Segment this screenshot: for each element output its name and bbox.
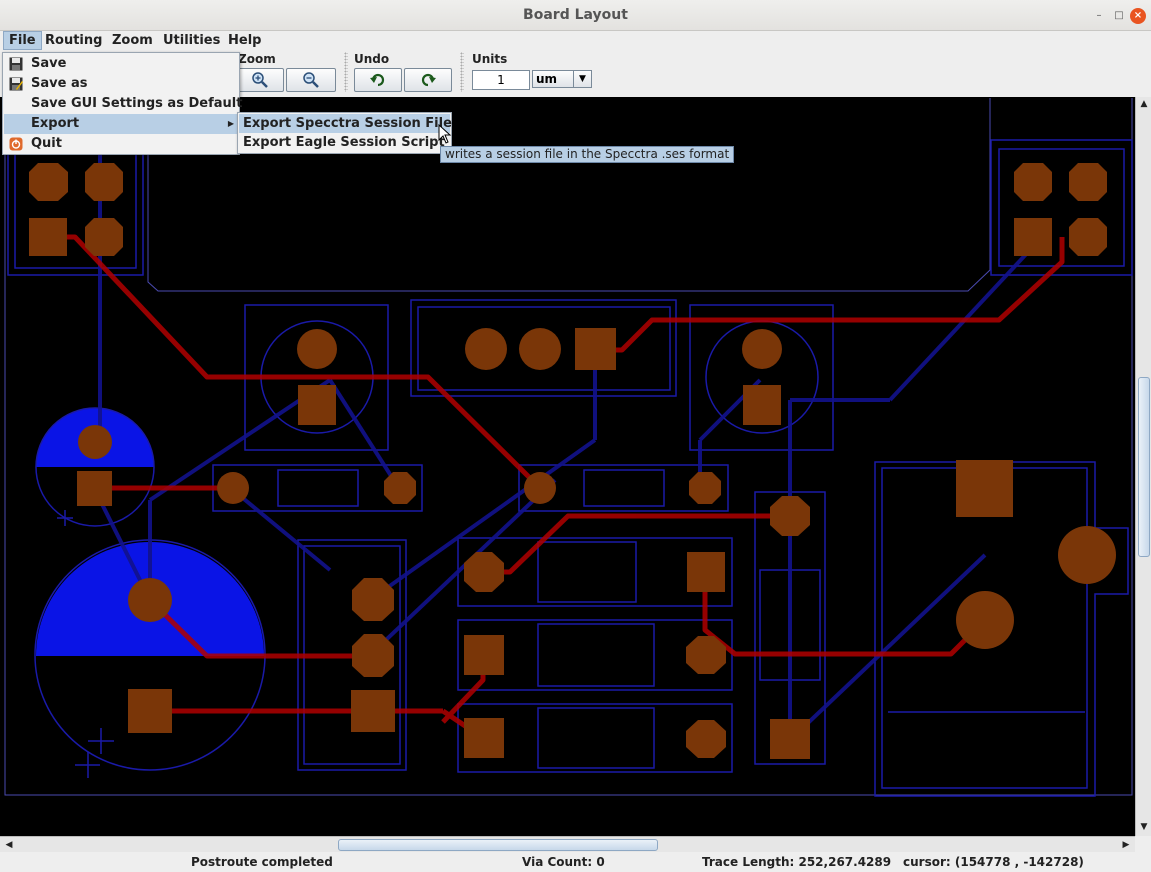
- units-select[interactable]: um ▼: [532, 70, 592, 88]
- menu-item-label: Save: [31, 56, 67, 71]
- scroll-corner: [1135, 836, 1151, 852]
- maximize-button[interactable]: □: [1111, 8, 1127, 24]
- units-label: Units: [472, 52, 508, 66]
- menu-item-label: Save as: [31, 76, 88, 91]
- menu-item-label: Save GUI Settings as Default: [31, 96, 243, 111]
- minimize-button[interactable]: –: [1091, 8, 1107, 24]
- menu-utilities[interactable]: Utilities: [158, 31, 225, 50]
- redo-icon: [421, 73, 436, 87]
- undo-icon: [370, 73, 385, 87]
- scroll-down-icon[interactable]: ▼: [1136, 820, 1151, 834]
- menu-bar: File Routing Zoom Utilities Help: [0, 31, 1151, 50]
- menu-routing[interactable]: Routing: [40, 31, 107, 50]
- zoom-in-button[interactable]: [236, 68, 284, 92]
- scroll-right-icon[interactable]: ▶: [1119, 837, 1133, 853]
- undo-button[interactable]: [354, 68, 402, 92]
- chevron-down-icon[interactable]: ▼: [573, 71, 591, 87]
- status-bar: Postroute completed Via Count: 0 Trace L…: [0, 852, 1151, 872]
- scroll-left-icon[interactable]: ◀: [2, 837, 16, 853]
- via-count: Via Count: 0: [522, 855, 605, 869]
- file-menu-popup: Save Save as Save GUI Settings as Defaul…: [2, 52, 242, 155]
- vertical-scroll-thumb[interactable]: [1138, 377, 1150, 557]
- zoom-out-button[interactable]: [286, 68, 336, 92]
- menu-item-export[interactable]: Export ▶: [4, 114, 238, 134]
- board-canvas[interactable]: [0, 97, 1135, 836]
- title-bar: Board Layout – □ ×: [0, 0, 1151, 31]
- menu-item-save[interactable]: Save: [4, 54, 238, 74]
- scroll-up-icon[interactable]: ▲: [1136, 97, 1151, 111]
- status-message: Postroute completed: [191, 855, 333, 869]
- menu-file[interactable]: File: [3, 31, 42, 50]
- zoom-label: Zoom: [238, 52, 276, 66]
- horizontal-scroll-thumb[interactable]: [338, 839, 658, 851]
- pads: [29, 163, 1116, 759]
- floppy-edit-icon: [9, 77, 23, 91]
- menu-item-label: Quit: [31, 136, 62, 151]
- zoom-out-icon: [303, 72, 319, 88]
- close-button[interactable]: ×: [1130, 8, 1146, 24]
- toolbar-grip[interactable]: [344, 52, 348, 92]
- menu-item-save-gui-settings[interactable]: Save GUI Settings as Default: [4, 94, 242, 114]
- toolbar-grip[interactable]: [460, 52, 464, 92]
- zoom-in-icon: [252, 72, 268, 88]
- floppy-icon: [9, 57, 23, 71]
- menu-zoom[interactable]: Zoom: [107, 31, 158, 50]
- menu-item-export-specctra-session[interactable]: Export Specctra Session File: [239, 114, 452, 133]
- vertical-scrollbar[interactable]: ▲ ▼: [1135, 97, 1151, 836]
- pcb-board: [4, 98, 1133, 797]
- redo-button[interactable]: [404, 68, 452, 92]
- menu-item-save-as[interactable]: Save as: [4, 74, 238, 94]
- menu-item-label: Export: [31, 116, 80, 131]
- submenu-arrow-icon: ▶: [227, 119, 234, 128]
- export-submenu-popup: Export Specctra Session File Export Eagl…: [237, 112, 452, 154]
- cursor-position: cursor: (154778 , -142728): [903, 855, 1084, 869]
- tooltip: writes a session file in the Specctra .s…: [440, 146, 735, 163]
- window-title: Board Layout: [523, 7, 628, 23]
- units-select-value: um: [536, 72, 558, 86]
- horizontal-scrollbar[interactable]: ◀ ▶: [0, 836, 1135, 852]
- board-layout-window: Board Layout – □ × File Routing Zoom Uti…: [0, 0, 1151, 872]
- menu-item-export-eagle-script[interactable]: Export Eagle Session Script: [239, 133, 450, 152]
- menu-help[interactable]: Help: [223, 31, 266, 50]
- mouse-pointer-icon: [438, 124, 452, 144]
- trace-length: Trace Length: 252,267.4289: [702, 855, 892, 869]
- quit-icon: [9, 137, 23, 151]
- menu-item-quit[interactable]: Quit: [4, 134, 238, 154]
- undo-label: Undo: [354, 52, 390, 66]
- units-value-input[interactable]: 1: [472, 70, 530, 90]
